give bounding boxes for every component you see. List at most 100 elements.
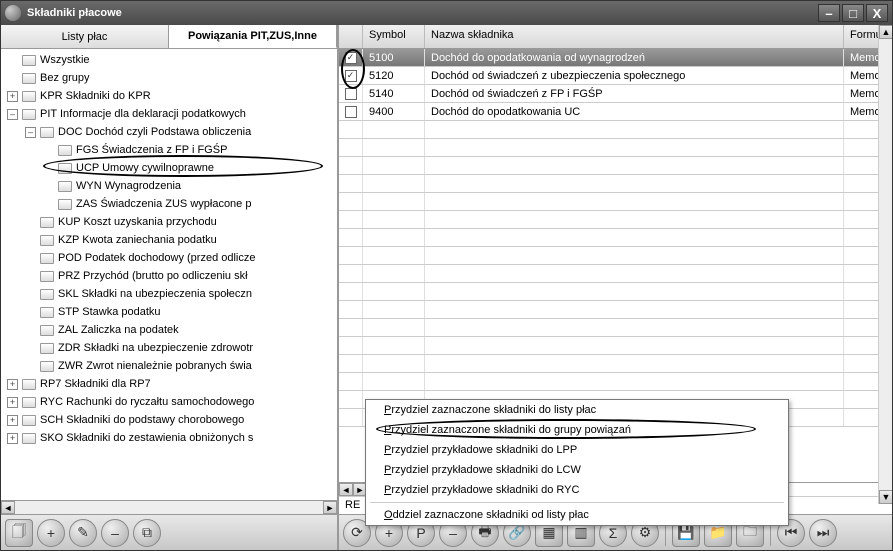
tree-item-kzp[interactable]: KZP Kwota zaniechania podatku: [58, 234, 217, 246]
grid-header-symbol[interactable]: Symbol: [363, 25, 425, 48]
scroll-track[interactable]: [15, 501, 323, 514]
table-row-empty: [339, 247, 892, 265]
scroll-left-icon[interactable]: ◄: [339, 483, 353, 496]
status-re: RE: [345, 499, 360, 511]
grid-header: Symbol Nazwa składnika Formuł: [339, 25, 892, 49]
row-checkbox[interactable]: ✓: [345, 52, 357, 64]
tree-item-zas[interactable]: ZAS Świadczenia ZUS wypłacone p: [76, 198, 251, 210]
folder-icon: [22, 55, 36, 66]
tree-item-ryc[interactable]: RYC Rachunki do ryczałtu samochodowego: [40, 396, 254, 408]
menu-assign-sample-lpp[interactable]: Przydziel przykładowe składniki do LPP: [366, 440, 788, 460]
tree-item-zal[interactable]: ZAL Zaliczka na podatek: [58, 324, 179, 336]
grid-header-name[interactable]: Nazwa składnika: [425, 25, 844, 48]
tree-item-zwr[interactable]: ZWR Zwrot nienależnie pobranych świa: [58, 360, 252, 372]
menu-assign-to-payroll[interactable]: Przydziel zaznaczone składniki do listy …: [366, 400, 788, 420]
expander-icon[interactable]: +: [7, 397, 18, 408]
table-row-empty: [339, 139, 892, 157]
table-row-empty: [339, 175, 892, 193]
tree-item-bez-grupy[interactable]: Bez grupy: [40, 72, 90, 84]
tree-item-sch[interactable]: SCH Składniki do podstawy chorobowego: [40, 414, 244, 426]
titlebar: Składniki płacowe – □ X: [1, 1, 892, 25]
grid-header-checkbox[interactable]: [339, 25, 363, 48]
tree-item-sko[interactable]: SKO Składniki do zestawienia obniżonych …: [40, 432, 253, 444]
app-icon: [5, 5, 21, 21]
folder-icon: [58, 199, 72, 210]
left-horizontal-scrollbar[interactable]: ◄ ►: [1, 500, 337, 514]
tree-item-skl[interactable]: SKL Składki na ubezpieczenia społeczn: [58, 288, 252, 300]
expander-icon[interactable]: –: [7, 109, 18, 120]
minimize-button[interactable]: –: [818, 4, 840, 22]
expander-icon[interactable]: –: [25, 127, 36, 138]
tree-item-pod[interactable]: POD Podatek dochodowy (przed odlicze: [58, 252, 256, 264]
tree-item-fgs[interactable]: FGS Świadczenia z FP i FGŚP: [76, 144, 227, 156]
right-panel: Symbol Nazwa składnika Formuł ✓ 5100 Dochó…: [339, 25, 892, 550]
main-window: Składniki płacowe – □ X Listy płac Powią…: [0, 0, 893, 551]
menu-detach-from-payroll[interactable]: Oddziel zaznaczone składniki od listy pł…: [366, 505, 788, 525]
row-checkbox[interactable]: [345, 106, 357, 118]
toolbar-edit-icon[interactable]: ✎: [69, 519, 97, 547]
row-checkbox[interactable]: ✓: [345, 70, 357, 82]
table-row[interactable]: 9400Dochód do opodatkowania UCMemo: [339, 103, 892, 121]
menu-assign-sample-ryc[interactable]: Przydziel przykładowe składniki do RYC: [366, 480, 788, 500]
close-button[interactable]: X: [866, 4, 888, 22]
scroll-left-icon[interactable]: ◄: [1, 501, 15, 514]
folder-icon: [22, 109, 36, 120]
tab-powiazania[interactable]: Powiązania PIT,ZUS,Inne: [169, 25, 337, 48]
tree-item-prz[interactable]: PRZ Przychód (brutto po odliczeniu skł: [58, 270, 248, 282]
menu-separator: [370, 502, 784, 503]
right-vertical-scrollbar[interactable]: ▲ ▼: [878, 25, 892, 504]
folder-icon: [40, 289, 54, 300]
toolbar-last-icon[interactable]: ⏭: [809, 519, 837, 547]
table-row[interactable]: ✓5120Dochód od świadczeń z ubezpieczenia…: [339, 67, 892, 85]
table-row-empty: [339, 283, 892, 301]
folder-icon: [40, 253, 54, 264]
expander-icon[interactable]: +: [7, 433, 18, 444]
folder-icon: [40, 343, 54, 354]
folder-icon: [58, 163, 72, 174]
row-checkbox[interactable]: [345, 88, 357, 100]
table-row[interactable]: 5140Dochód od świadczeń z FP i FGŚPMemo: [339, 85, 892, 103]
folder-icon: [40, 235, 54, 246]
expander-icon[interactable]: +: [7, 415, 18, 426]
toolbar-copy-icon[interactable]: ⧉: [133, 519, 161, 547]
folder-icon: [58, 145, 72, 156]
scroll-down-icon[interactable]: ▼: [879, 490, 892, 504]
expander-icon[interactable]: +: [7, 379, 18, 390]
tab-listy-plac[interactable]: Listy płac: [1, 25, 169, 48]
tree-item-doc[interactable]: DOC Dochód czyli Podstawa obliczenia: [58, 126, 251, 138]
menu-assign-to-link-group[interactable]: Przydziel zaznaczone składniki do grupy …: [366, 420, 788, 440]
table-row-empty: [339, 193, 892, 211]
table-row[interactable]: ✓5100Dochód do opodatkowania od wynagrod…: [339, 49, 892, 67]
scroll-track[interactable]: [879, 39, 892, 490]
tree-item-pit[interactable]: PIT Informacje dla deklaracji podatkowyc…: [40, 108, 246, 120]
folder-icon: [40, 271, 54, 282]
toolbar-add-icon[interactable]: +: [37, 519, 65, 547]
tree-item-wyn[interactable]: WYN Wynagrodzenia: [76, 180, 181, 192]
folder-icon: [40, 127, 54, 138]
folder-icon: [40, 307, 54, 318]
table-row-empty: [339, 157, 892, 175]
cell-name: Dochód do opodatkowania UC: [425, 103, 844, 120]
tree-item-stp[interactable]: STP Stawka podatku: [58, 306, 161, 318]
tree-item-ucp[interactable]: UCP Umowy cywilnoprawne: [76, 162, 214, 174]
scroll-right-icon[interactable]: ►: [323, 501, 337, 514]
tree-view[interactable]: Wszystkie Bez grupy + KPR Składniki do KP…: [1, 49, 337, 500]
expander-icon[interactable]: +: [7, 91, 18, 102]
folder-icon: [22, 415, 36, 426]
tree-item-kup[interactable]: KUP Koszt uzyskania przychodu: [58, 216, 217, 228]
cell-symbol: 5140: [363, 85, 425, 102]
table-row-empty: [339, 265, 892, 283]
tree-item-kpr[interactable]: KPR Składniki do KPR: [40, 90, 151, 102]
toolbar-list-icon[interactable]: 🗍: [5, 519, 33, 547]
toolbar-remove-icon[interactable]: –: [101, 519, 129, 547]
table-row-empty: [339, 229, 892, 247]
scroll-up-icon[interactable]: ▲: [879, 25, 892, 39]
maximize-button[interactable]: □: [842, 4, 864, 22]
cell-symbol: 5100: [363, 49, 425, 66]
tree-item-wszystkie[interactable]: Wszystkie: [40, 54, 90, 66]
tree-item-zdr[interactable]: ZDR Składki na ubezpieczenie zdrowotr: [58, 342, 253, 354]
tree-item-rp7[interactable]: RP7 Składniki dla RP7: [40, 378, 151, 390]
menu-assign-sample-lcw[interactable]: Przydziel przykładowe składniki do LCW: [366, 460, 788, 480]
folder-icon: [22, 433, 36, 444]
folder-icon: [22, 73, 36, 84]
